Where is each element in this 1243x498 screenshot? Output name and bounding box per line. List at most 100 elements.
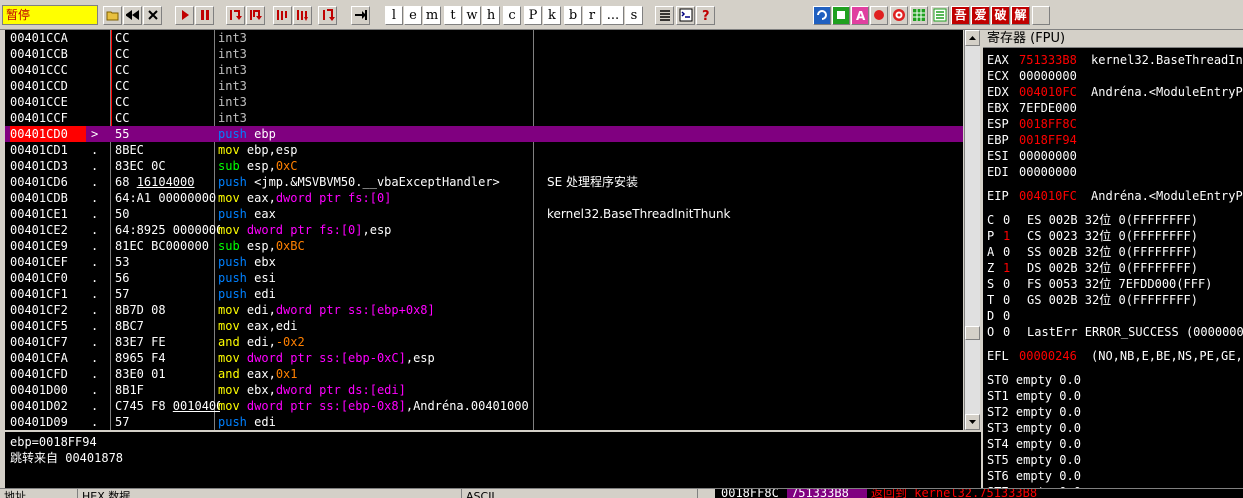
- patches-window-button[interactable]: P: [524, 6, 542, 25]
- flag-row[interactable]: Z 1 DS 002B 32位 0(FFFFFFFF): [987, 260, 1243, 276]
- register-row[interactable]: ESI 00000000: [987, 148, 1243, 164]
- disasm-row[interactable]: 00401D00. 8B1F mov ebx,dword ptr ds:[edi]: [5, 382, 963, 398]
- dump-header-address[interactable]: 地址: [0, 489, 78, 498]
- disasm-row[interactable]: 00401CCB CC int3: [5, 46, 963, 62]
- registers-title[interactable]: 寄存器 (FPU): [983, 30, 1243, 48]
- disasm-row[interactable]: 00401CCD CC int3: [5, 78, 963, 94]
- disasm-row[interactable]: 00401CE9. 81EC BC000000 sub esp,0xBC: [5, 238, 963, 254]
- disasm-row[interactable]: 00401CF1. 57 push edi: [5, 286, 963, 302]
- disasm-row[interactable]: 00401CCA CC int3: [5, 30, 963, 46]
- disasm-row[interactable]: 00401CE2. 64:8925 00000000 mov dword ptr f…: [5, 222, 963, 238]
- trace-over-icon[interactable]: [293, 6, 312, 25]
- disasm-row[interactable]: 00401CCC CC int3: [5, 62, 963, 78]
- cpu-window-button[interactable]: c: [503, 6, 521, 25]
- execute-till-return-icon[interactable]: [318, 6, 337, 25]
- register-row[interactable]: EIP 004010FC Andréna.<ModuleEntryPoint>: [987, 188, 1243, 204]
- disasm-row[interactable]: 00401CD3. 83EC 0C sub esp,0xC: [5, 158, 963, 174]
- table-icon[interactable]: [931, 6, 949, 25]
- disasm-row[interactable]: 00401D09. 57 push edi: [5, 414, 963, 430]
- fpu-row[interactable]: ST3 empty 0.0: [987, 420, 1243, 436]
- flag-row[interactable]: S 0 FS 0053 32位 7EFDD000(FFF): [987, 276, 1243, 292]
- register-row[interactable]: EAX 751333B8 kernel32.BaseThreadInitThunk: [987, 52, 1243, 68]
- plugin-a-icon[interactable]: A: [851, 6, 869, 25]
- dump-header-hex[interactable]: HEX 数据: [78, 489, 462, 498]
- fpu-row[interactable]: ST5 empty 0.0: [987, 452, 1243, 468]
- help-icon[interactable]: ?: [696, 6, 715, 25]
- run-trace-window-button[interactable]: ...: [602, 6, 624, 25]
- threads-window-button[interactable]: t: [444, 6, 462, 25]
- fpu-row[interactable]: ST2 empty 0.0: [987, 404, 1243, 420]
- disasm-row[interactable]: 00401CE1. 50 push eax kernel32.BaseThreadIn…: [5, 206, 963, 222]
- disasm-row[interactable]: 00401CDB. 64:A1 00000000 mov eax,dword ptr…: [5, 190, 963, 206]
- disasm-row[interactable]: 00401CF5. 8BC7 mov eax,edi: [5, 318, 963, 334]
- fpu-row[interactable]: ST1 empty 0.0: [987, 388, 1243, 404]
- list-icon[interactable]: [655, 6, 674, 25]
- plugin-green-icon[interactable]: [832, 6, 850, 25]
- register-row[interactable]: EFL 00000246 (NO,NB,E,BE,NS,PE,GE,LE): [987, 348, 1243, 364]
- register-row[interactable]: ECX 00000000: [987, 68, 1243, 84]
- cn-button-2[interactable]: 爱: [971, 6, 990, 25]
- disasm-row[interactable]: 00401CEF. 53 push ebx: [5, 254, 963, 270]
- trace-into-icon[interactable]: [273, 6, 292, 25]
- restart-icon[interactable]: [123, 6, 142, 25]
- disassembly-scrollbar[interactable]: [964, 30, 980, 430]
- register-row[interactable]: EBX 7EFDE000: [987, 100, 1243, 116]
- fpu-row[interactable]: ST0 empty 0.0: [987, 372, 1243, 388]
- cn-button-3[interactable]: 破: [991, 6, 1010, 25]
- dump-header-ascii[interactable]: ASCII: [462, 489, 698, 498]
- goto-icon[interactable]: [351, 6, 370, 25]
- target-icon[interactable]: [890, 6, 908, 25]
- flag-row[interactable]: T 0 GS 002B 32位 0(FFFFFFFF): [987, 292, 1243, 308]
- breakpoints-window-button[interactable]: b: [564, 6, 582, 25]
- fpu-row[interactable]: ST6 empty 0.0: [987, 468, 1243, 484]
- grid-icon[interactable]: [910, 6, 928, 25]
- close-icon[interactable]: [143, 6, 162, 25]
- disasm-row[interactable]: 00401CF0. 56 push esi: [5, 270, 963, 286]
- disassembly-pane[interactable]: 00401CCA CC int3 00401CCB CC int3 00401CCC CC in…: [5, 30, 963, 430]
- disasm-row[interactable]: 00401CD0 >55 push ebp: [5, 126, 963, 142]
- memory-window-button[interactable]: m: [423, 6, 441, 25]
- disasm-row[interactable]: 00401CFA. 8965 F4 mov dword ptr ss:[ebp-0x…: [5, 350, 963, 366]
- flag-row[interactable]: C 0 ES 002B 32位 0(FFFFFFFF): [987, 212, 1243, 228]
- step-into-icon[interactable]: [226, 6, 245, 25]
- cn-button-4[interactable]: 解: [1011, 6, 1030, 25]
- record-icon[interactable]: [870, 6, 888, 25]
- flag-row[interactable]: D0: [987, 308, 1243, 324]
- source-window-button[interactable]: s: [625, 6, 643, 25]
- pause-icon[interactable]: [195, 6, 214, 25]
- register-row[interactable]: EBP 0018FF94: [987, 132, 1243, 148]
- disasm-row[interactable]: 00401D02. C745 F8 00104000mov dword ptr s…: [5, 398, 963, 414]
- run-icon[interactable]: [175, 6, 194, 25]
- disasm-row[interactable]: 00401CF2. 8B7D 08 mov edi,dword ptr ss:[eb…: [5, 302, 963, 318]
- disasm-row[interactable]: 00401CF7. 83E7 FE and edi,-0x2: [5, 334, 963, 350]
- flag-row[interactable]: P 1 CS 0023 32位 0(FFFFFFFF): [987, 228, 1243, 244]
- fpu-row[interactable]: ST4 empty 0.0: [987, 436, 1243, 452]
- call-stack-window-button[interactable]: k: [543, 6, 561, 25]
- disasm-row[interactable]: 00401CFD. 83E0 01 and eax,0x1: [5, 366, 963, 382]
- refresh-icon[interactable]: [813, 6, 831, 25]
- stack-pane[interactable]: 0018FF8C 751333B8 返回到 kernel32.751333B8: [715, 489, 1243, 498]
- modules-window-button[interactable]: e: [404, 6, 422, 25]
- options-icon[interactable]: [676, 6, 695, 25]
- register-row[interactable]: ESP 0018FF8C: [987, 116, 1243, 132]
- register-row[interactable]: EDX 004010FC Andréna.<ModuleEntryPoint>: [987, 84, 1243, 100]
- cn-button-1[interactable]: 吾: [951, 6, 970, 25]
- disasm-row[interactable]: 00401CCE CC int3: [5, 94, 963, 110]
- scroll-down-button[interactable]: [965, 414, 980, 430]
- registers-pane[interactable]: 寄存器 (FPU) EAX 751333B8 kernel32.BaseThread…: [983, 30, 1243, 488]
- toolbar-spare-button[interactable]: [1032, 6, 1050, 25]
- disasm-row[interactable]: 00401CD1. 8BEC mov ebp,esp: [5, 142, 963, 158]
- disasm-row[interactable]: 00401CCF CC int3: [5, 110, 963, 126]
- scroll-thumb[interactable]: [965, 326, 980, 340]
- scroll-up-button[interactable]: [965, 30, 980, 46]
- log-window-button[interactable]: l: [385, 6, 403, 25]
- references-window-button[interactable]: r: [583, 6, 601, 25]
- open-icon[interactable]: [103, 6, 122, 25]
- windows-window-button[interactable]: w: [463, 6, 481, 25]
- register-row[interactable]: EDI 00000000: [987, 164, 1243, 180]
- disasm-row[interactable]: 00401CD6. 68 16104000 push <jmp.&MSVBVM50.…: [5, 174, 963, 190]
- step-over-icon[interactable]: [246, 6, 265, 25]
- handles-window-button[interactable]: h: [482, 6, 500, 25]
- flag-row[interactable]: O 0 LastErr ERROR_SUCCESS (00000000): [987, 324, 1243, 340]
- flag-row[interactable]: A 0 SS 002B 32位 0(FFFFFFFF): [987, 244, 1243, 260]
